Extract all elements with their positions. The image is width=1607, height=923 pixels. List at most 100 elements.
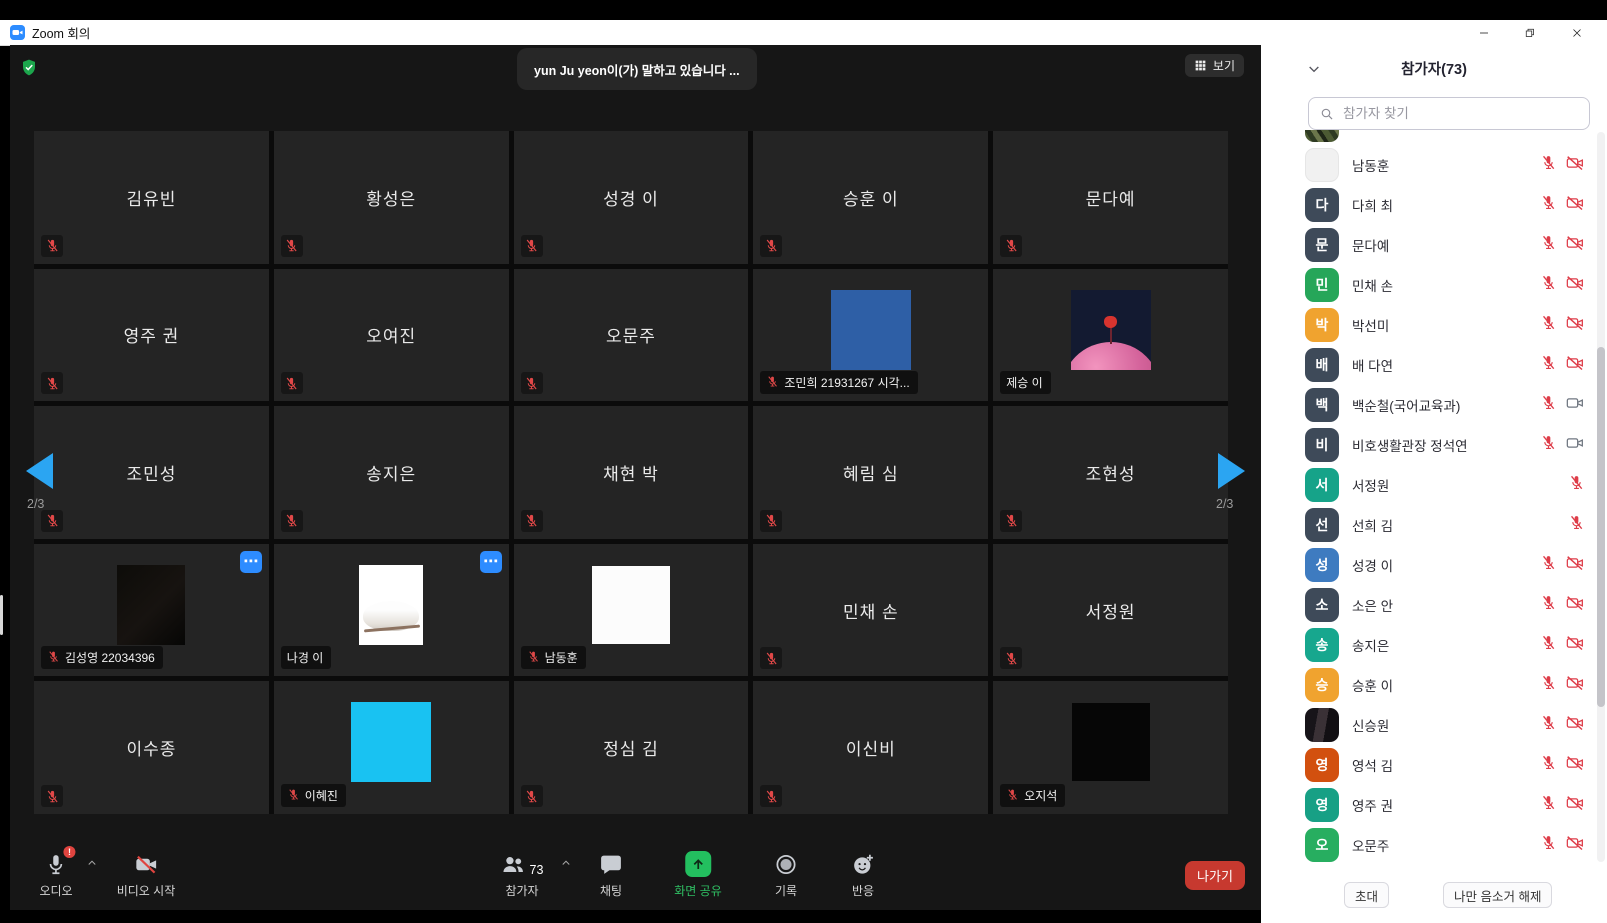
toolbar-chat-button[interactable]: 채팅 — [599, 850, 624, 899]
video-tile[interactable]: 성경 이 — [514, 131, 749, 264]
participant-row[interactable]: 영영주 권 — [1261, 785, 1599, 825]
panel-scrollbar-thumb[interactable] — [1597, 347, 1605, 707]
view-button-label: 보기 — [1213, 57, 1235, 74]
mic-muted-icon — [1540, 154, 1557, 176]
toolbar-share-button[interactable]: 화면 공유 — [674, 850, 722, 899]
video-tile[interactable]: 영주 권 — [34, 269, 269, 402]
participant-row[interactable]: 서서정원 — [1261, 465, 1599, 505]
participant-row[interactable]: 선선희 김 — [1261, 505, 1599, 545]
video-tile[interactable]: 문다예 — [993, 131, 1228, 264]
previous-page-arrow[interactable] — [26, 453, 53, 489]
view-button[interactable]: 보기 — [1185, 54, 1244, 77]
toolbar-audio-button[interactable]: ! 오디오 — [39, 850, 72, 899]
video-tile[interactable]: 제승 이 — [993, 269, 1228, 402]
mic-muted-icon — [1540, 394, 1557, 416]
toolbar-share-label: 화면 공유 — [674, 882, 722, 899]
video-tile[interactable]: 오여진 — [274, 269, 509, 402]
camera-off-icon — [1565, 153, 1585, 178]
page-indicator-right: 2/3 — [1216, 497, 1233, 511]
video-tile[interactable]: 이혜진 — [274, 681, 509, 814]
avatar: 송 — [1305, 628, 1339, 662]
participant-row[interactable]: 백백순철(국어교육과) — [1261, 385, 1599, 425]
participant-row[interactable]: 신승원 — [1261, 705, 1599, 745]
participant-name: 황성은 — [274, 131, 509, 264]
title-bar: Zoom 회의 — [0, 20, 1607, 46]
restore-button[interactable] — [1513, 20, 1547, 45]
video-tile[interactable]: 남동훈 — [514, 544, 749, 677]
unmute-self-button[interactable]: 나만 음소거 해제 — [1443, 882, 1552, 908]
toolbar-video-button[interactable]: 비디오 시작 — [117, 850, 176, 899]
participant-row[interactable]: 오오문주 — [1261, 825, 1599, 862]
leave-button[interactable]: 나가기 — [1185, 861, 1245, 890]
camera-off-icon — [1565, 753, 1585, 778]
name-label: 오지석 — [1000, 784, 1065, 807]
participant-row[interactable]: 민민채 손 — [1261, 265, 1599, 305]
video-feed — [359, 565, 423, 645]
video-tile[interactable]: 송지은 — [274, 406, 509, 539]
video-tile[interactable]: 조민성 — [34, 406, 269, 539]
video-tile[interactable]: 서정원 — [993, 544, 1228, 677]
participant-row[interactable]: 박박선미 — [1261, 305, 1599, 345]
participant-row[interactable]: 다다희 최 — [1261, 185, 1599, 225]
avatar: 문 — [1305, 228, 1339, 262]
participant-name: 김유빈 — [34, 131, 269, 264]
video-tile[interactable]: 이신비 — [753, 681, 988, 814]
participant-row[interactable]: 송송지은 — [1261, 625, 1599, 665]
participant-row[interactable]: 승승훈 이 — [1261, 665, 1599, 705]
side-drawer-handle[interactable] — [0, 595, 3, 635]
mic-muted-icon — [281, 235, 303, 257]
video-tile[interactable]: 승훈 이 — [753, 131, 988, 264]
more-options-button[interactable]: ⋯ — [480, 551, 502, 573]
minimize-button[interactable] — [1467, 20, 1501, 45]
name-label: 조민희 21931267 시각... — [760, 371, 917, 394]
camera-off-icon — [1565, 713, 1585, 738]
video-tile[interactable]: 오문주 — [514, 269, 749, 402]
camera-off-icon — [1565, 193, 1585, 218]
participant-search[interactable] — [1308, 97, 1590, 130]
video-tile[interactable]: 조민희 21931267 시각... — [753, 269, 988, 402]
more-options-button[interactable]: ⋯ — [240, 551, 262, 573]
participant-row[interactable]: 성성경 이 — [1261, 545, 1599, 585]
video-tile[interactable]: 혜림 심 — [753, 406, 988, 539]
participant-name: 정심 김 — [514, 681, 749, 814]
video-tile[interactable]: 조현성 — [993, 406, 1228, 539]
participant-row[interactable]: 문문다예 — [1261, 225, 1599, 265]
mic-muted-icon — [521, 235, 543, 257]
participants-options-chevron[interactable] — [560, 857, 572, 869]
toolbar-participants-button[interactable]: 73 참가자 — [501, 850, 544, 899]
participant-name: 문다예 — [993, 131, 1228, 264]
camera-off-icon — [1565, 353, 1585, 378]
mic-muted-icon — [1568, 514, 1585, 536]
video-tile[interactable]: 정심 김 — [514, 681, 749, 814]
panel-scrollbar[interactable] — [1597, 132, 1605, 862]
video-tile[interactable]: 황성은 — [274, 131, 509, 264]
name-label: 나경 이 — [281, 646, 331, 669]
toolbar-audio-label: 오디오 — [39, 882, 72, 899]
participant-row[interactable]: 남동훈 — [1261, 145, 1599, 185]
camera-off-icon — [1565, 633, 1585, 658]
audio-options-chevron[interactable] — [86, 857, 98, 869]
participant-row[interactable]: 영영석 김 — [1261, 745, 1599, 785]
reactions-icon — [851, 850, 876, 877]
video-tile[interactable]: 김유빈 — [34, 131, 269, 264]
participant-row[interactable]: 비비호생활관장 정석연 — [1261, 425, 1599, 465]
video-tile[interactable]: 이수종 — [34, 681, 269, 814]
video-tile[interactable]: 나경 이 ⋯ — [274, 544, 509, 677]
invite-button[interactable]: 초대 — [1344, 882, 1389, 908]
participant-name: 영석 김 — [1352, 755, 1393, 775]
close-button[interactable] — [1560, 20, 1594, 45]
video-tile[interactable]: 오지석 — [993, 681, 1228, 814]
participant-row[interactable] — [1261, 130, 1599, 145]
next-page-arrow[interactable] — [1218, 453, 1245, 489]
search-input[interactable] — [1341, 105, 1589, 122]
toolbar-record-button[interactable]: 기록 — [774, 850, 799, 899]
video-tile[interactable]: 채현 박 — [514, 406, 749, 539]
participant-row[interactable]: 배배 다연 — [1261, 345, 1599, 385]
video-tile[interactable]: 김성영 22034396⋯ — [34, 544, 269, 677]
security-shield-icon[interactable] — [20, 57, 38, 78]
participant-name: 배 다연 — [1352, 355, 1393, 375]
participant-row[interactable]: 소소은 안 — [1261, 585, 1599, 625]
camera-on-icon — [1565, 433, 1585, 458]
video-tile[interactable]: 민채 손 — [753, 544, 988, 677]
toolbar-reactions-button[interactable]: 반응 — [851, 850, 876, 899]
